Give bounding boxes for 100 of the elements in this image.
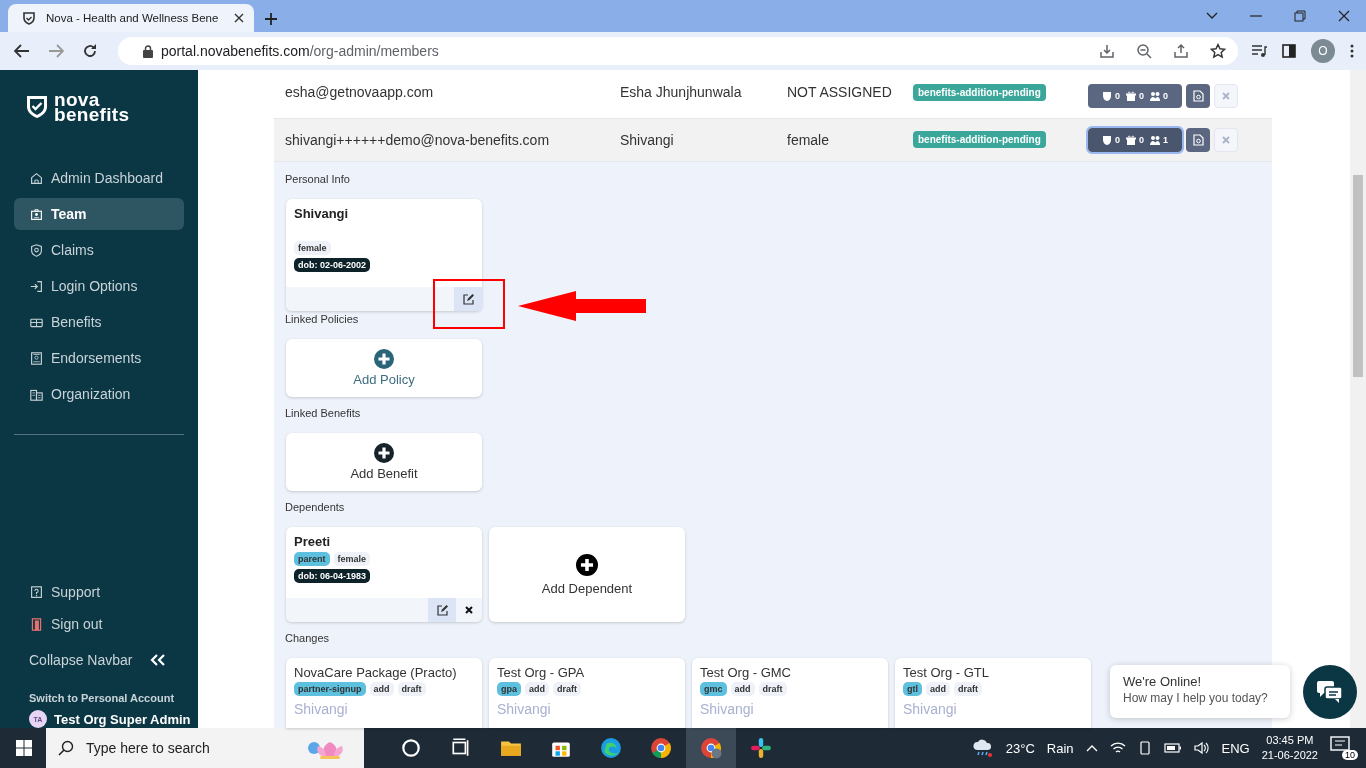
tag: gtl xyxy=(903,682,922,696)
search-box[interactable]: Type here to search xyxy=(46,728,364,768)
address-bar[interactable]: portal.novabenefits.com/org-admin/members xyxy=(118,37,1238,65)
chat-message: How may I help you today? xyxy=(1123,691,1269,705)
collapse-label[interactable]: Collapse Navbar xyxy=(29,652,133,668)
change-member: Shivangi xyxy=(903,701,957,717)
badge-icon xyxy=(30,207,43,221)
clock[interactable]: 03:45 PM 21-06-2022 xyxy=(1261,733,1318,763)
edit-icon xyxy=(462,293,474,305)
notification-icon[interactable] xyxy=(1330,736,1350,754)
house-icon xyxy=(30,171,43,185)
document-button[interactable] xyxy=(1186,127,1210,152)
chevron-down-icon[interactable] xyxy=(1206,12,1218,20)
zoom-out-icon[interactable] xyxy=(1136,43,1152,59)
email-cell-text: shivangi++++++demo@nova-benefits.com xyxy=(285,131,551,148)
gift-icon xyxy=(1126,134,1136,145)
nav-item[interactable]: Endorsements xyxy=(14,342,184,374)
count-label: 0 xyxy=(1114,134,1120,145)
tag: add xyxy=(926,682,950,696)
menu-icon[interactable] xyxy=(1350,44,1354,58)
switch-account-label[interactable]: Switch to Personal Account xyxy=(29,692,184,704)
sidebar-icon[interactable] xyxy=(1282,44,1296,58)
tag: add xyxy=(730,682,755,696)
table-row[interactable]: shivangi++++++demo@nova-benefits.com Shivangi female benefits-addition-pending 0 0 1 xyxy=(274,118,1272,162)
share-icon[interactable] xyxy=(1173,43,1189,59)
tag: draft xyxy=(758,682,787,696)
tag: draft xyxy=(553,682,582,696)
phone-icon[interactable] xyxy=(1137,741,1152,755)
tag: gpa xyxy=(497,682,521,696)
download-icon[interactable] xyxy=(1099,43,1115,59)
add-policy-button[interactable]: Add Policy xyxy=(286,339,482,397)
section-heading: Personal Info xyxy=(285,172,351,187)
reload-icon[interactable] xyxy=(82,43,98,59)
chevron-up-icon[interactable] xyxy=(1085,744,1098,752)
browser-tab[interactable]: Nova - Health and Wellness Bene xyxy=(8,4,254,32)
nav-item[interactable]: Sign out xyxy=(14,608,184,640)
cloud-rain-icon[interactable] xyxy=(971,738,994,758)
nav-item[interactable]: Login Options xyxy=(14,270,184,302)
edit-button[interactable] xyxy=(454,287,482,311)
plus-circle-icon xyxy=(576,553,598,576)
chat-button[interactable] xyxy=(1303,665,1357,719)
plus-icon[interactable] xyxy=(264,12,278,26)
section-heading: Linked Benefits xyxy=(285,406,362,421)
change-title: Test Org - GTL xyxy=(903,665,989,680)
close-icon xyxy=(465,606,473,614)
plus-circle-icon xyxy=(374,349,394,369)
nav-item[interactable]: Organization xyxy=(14,378,184,410)
double-chevron-left-icon[interactable] xyxy=(150,654,166,666)
edit-icon xyxy=(436,604,448,616)
name-cell-text: Esha Jhunjhunwala xyxy=(620,84,743,100)
tag: draft xyxy=(954,682,982,696)
change-title: Test Org - GMC xyxy=(700,665,791,680)
back-icon[interactable] xyxy=(14,44,30,58)
section-heading: Dependents xyxy=(285,500,346,515)
profile-avatar[interactable]: O xyxy=(1311,39,1335,63)
search-field[interactable]: Type here to search xyxy=(84,739,296,757)
document-icon xyxy=(30,351,43,365)
counts-button[interactable]: 0 0 0 xyxy=(1088,84,1182,108)
chrome-icon[interactable] xyxy=(700,737,722,759)
plus-circle-icon xyxy=(374,443,394,463)
table-row[interactable]: esha@getnovaapp.com Esha Jhunjhunwala NOT ASSIGNED benefits-addition-pending 0 0 0 xyxy=(274,70,1272,119)
user-name[interactable]: Test Org Super Admin xyxy=(54,711,191,727)
wifi-icon[interactable] xyxy=(1109,741,1126,755)
nav-item[interactable]: Benefits xyxy=(14,306,184,338)
status-badge: benefits-addition-pending xyxy=(913,131,1046,149)
dob-tag: dob: 02-06-2002 xyxy=(294,258,371,272)
nav-item[interactable]: Team xyxy=(14,198,184,230)
dob-tag: dob: 06-04-1983 xyxy=(294,569,371,583)
scrollbar[interactable] xyxy=(1350,70,1366,728)
chrome-icon[interactable] xyxy=(650,737,672,759)
restore-icon[interactable] xyxy=(1294,10,1306,22)
nav-item[interactable]: Support xyxy=(14,576,184,608)
tag: add xyxy=(369,682,394,696)
highlight-box xyxy=(433,279,505,329)
language-indicator[interactable]: ENG xyxy=(1221,740,1250,756)
volume-icon[interactable] xyxy=(1193,741,1210,755)
add-benefit-button[interactable]: Add Benefit xyxy=(286,433,482,491)
close-icon[interactable] xyxy=(234,13,244,23)
star-icon[interactable] xyxy=(1210,43,1226,59)
counts-button[interactable]: 0 0 1 xyxy=(1088,127,1182,152)
document-button[interactable] xyxy=(1186,84,1210,108)
edit-button[interactable] xyxy=(428,598,456,622)
add-dependent-button[interactable]: Add Dependent xyxy=(489,527,685,622)
battery-icon[interactable] xyxy=(1163,742,1182,754)
member-name: Shivangi xyxy=(294,206,349,221)
scrollbar-thumb[interactable] xyxy=(1353,175,1363,377)
windows-icon[interactable] xyxy=(16,740,32,756)
tag: female xyxy=(294,241,331,255)
edge-icon[interactable] xyxy=(600,737,622,759)
building-icon xyxy=(30,387,43,401)
cortana-icon[interactable] xyxy=(400,737,422,759)
change-member: Shivangi xyxy=(700,701,754,717)
count-label: 0 xyxy=(1114,91,1120,101)
nav-item[interactable]: Admin Dashboard xyxy=(14,162,184,194)
media-icon[interactable] xyxy=(1251,44,1267,58)
logo-text: nova benefits xyxy=(54,92,130,122)
nav-item[interactable]: Claims xyxy=(14,234,184,266)
close-icon[interactable] xyxy=(1338,10,1350,22)
shield-icon xyxy=(30,243,43,257)
slack-icon[interactable] xyxy=(750,737,772,759)
